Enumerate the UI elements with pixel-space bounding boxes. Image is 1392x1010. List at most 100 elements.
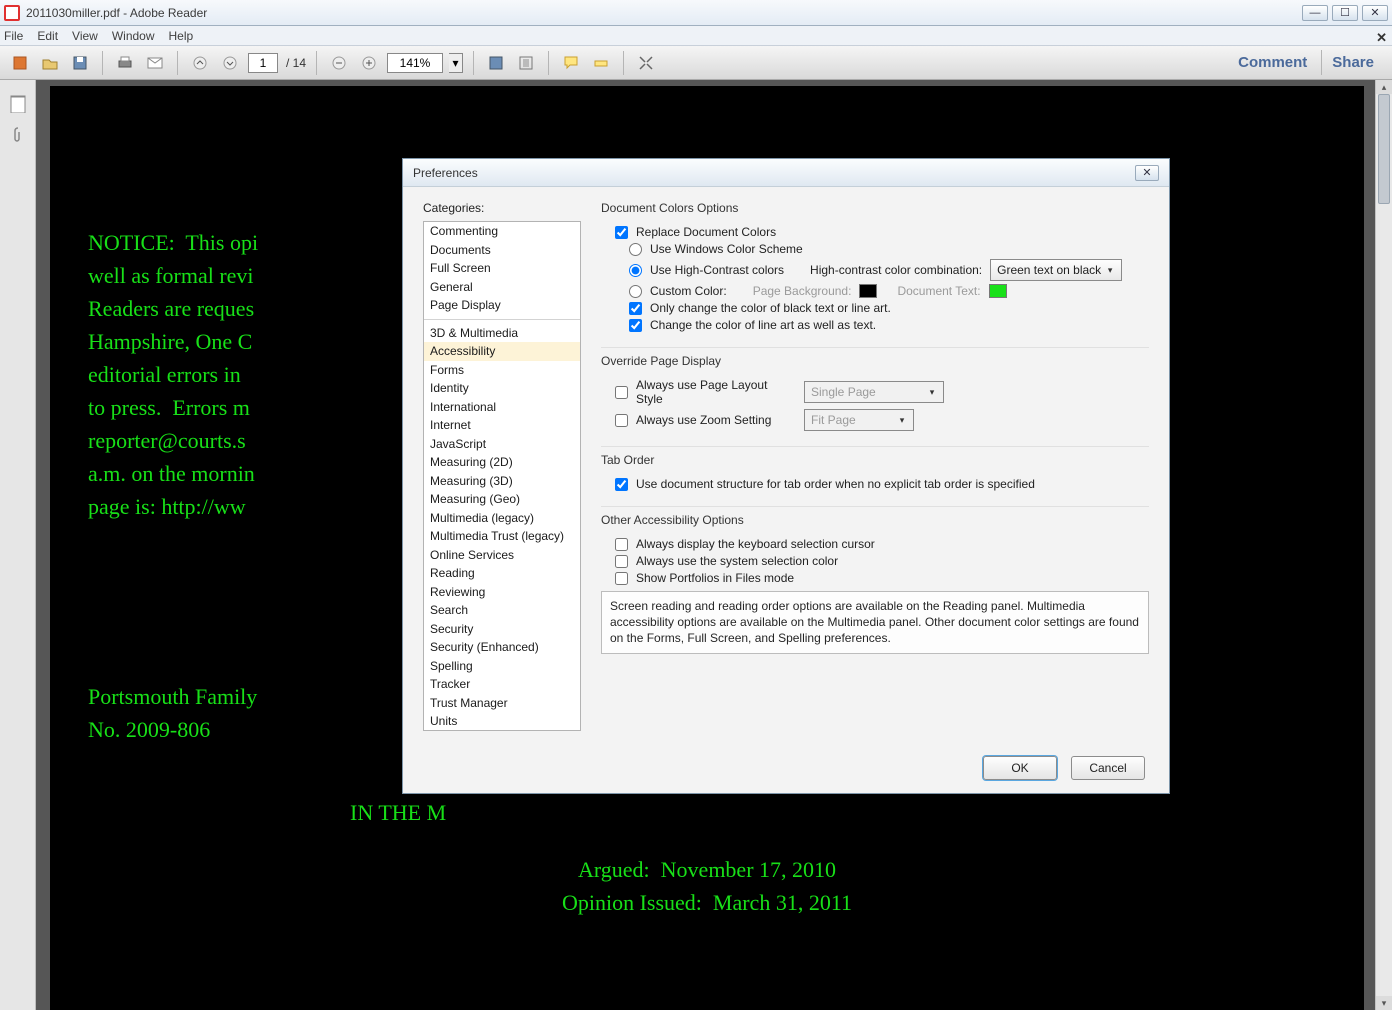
comment-bubble-icon[interactable]	[559, 51, 583, 75]
category-item[interactable]: General	[424, 278, 580, 297]
line-art-checkbox[interactable]	[629, 319, 642, 332]
category-item[interactable]: Measuring (3D)	[424, 472, 580, 491]
thumbnails-icon[interactable]	[8, 94, 28, 114]
category-item[interactable]: Multimedia (legacy)	[424, 509, 580, 528]
zoom-dropdown-icon[interactable]: ▾	[449, 53, 463, 73]
sys-color-checkbox[interactable]	[615, 555, 628, 568]
doc-line: IN THE M	[350, 796, 1326, 829]
kb-cursor-checkbox[interactable]	[615, 538, 628, 551]
save-copy-icon[interactable]	[484, 51, 508, 75]
highlight-icon[interactable]	[589, 51, 613, 75]
menu-window[interactable]: Window	[112, 29, 155, 43]
menu-edit[interactable]: Edit	[37, 29, 58, 43]
portfolios-checkbox[interactable]	[615, 572, 628, 585]
email-icon[interactable]	[143, 51, 167, 75]
category-item[interactable]: Updater	[424, 731, 580, 732]
scroll-up-icon[interactable]: ▴	[1376, 80, 1392, 94]
category-item[interactable]: Reviewing	[424, 583, 580, 602]
windows-scheme-radio[interactable]	[629, 243, 642, 256]
category-item[interactable]: Internet	[424, 416, 580, 435]
only-black-checkbox[interactable]	[629, 302, 642, 315]
other-options-group: Other Accessibility Options Always displ…	[601, 506, 1149, 666]
category-item[interactable]: Identity	[424, 379, 580, 398]
category-item[interactable]: Forms	[424, 361, 580, 380]
category-item[interactable]: Page Display	[424, 296, 580, 315]
combo-label: High-contrast color combination:	[810, 263, 982, 277]
group-title: Override Page Display	[601, 354, 1149, 368]
read-mode-icon[interactable]	[634, 51, 658, 75]
category-item[interactable]: Search	[424, 601, 580, 620]
page-layout-dropdown: Single Page▾	[804, 381, 944, 403]
open-icon[interactable]	[38, 51, 62, 75]
category-item[interactable]: Trust Manager	[424, 694, 580, 713]
zoom-out-icon[interactable]	[327, 51, 351, 75]
category-item[interactable]: Full Screen	[424, 259, 580, 278]
save-icon[interactable]	[68, 51, 92, 75]
windows-scheme-label: Use Windows Color Scheme	[650, 242, 803, 256]
category-item[interactable]: Units	[424, 712, 580, 731]
category-item[interactable]: 3D & Multimedia	[424, 324, 580, 343]
category-item[interactable]: JavaScript	[424, 435, 580, 454]
chevron-down-icon: ▾	[925, 385, 939, 399]
cancel-button[interactable]: Cancel	[1071, 756, 1145, 780]
print-icon[interactable]	[113, 51, 137, 75]
share-panel-button[interactable]: Share	[1321, 50, 1384, 75]
replace-colors-checkbox[interactable]	[615, 226, 628, 239]
close-button[interactable]: ✕	[1362, 5, 1388, 21]
category-item[interactable]: Spelling	[424, 657, 580, 676]
high-contrast-radio[interactable]	[629, 264, 642, 277]
contrast-combo[interactable]: Green text on black▾	[990, 259, 1122, 281]
doc-text-label: Document Text:	[897, 284, 980, 298]
category-item[interactable]: Multimedia Trust (legacy)	[424, 527, 580, 546]
zoom-in-icon[interactable]	[357, 51, 381, 75]
category-item[interactable]: Tracker	[424, 675, 580, 694]
doc-line: Opinion Issued: March 31, 2011	[88, 886, 1326, 919]
page-down-icon[interactable]	[218, 51, 242, 75]
categories-label: Categories:	[423, 201, 581, 215]
menu-help[interactable]: Help	[169, 29, 194, 43]
tab-order-label: Use document structure for tab order whe…	[636, 477, 1035, 491]
page-total-label: / 14	[286, 56, 306, 70]
category-item[interactable]: Security	[424, 620, 580, 639]
category-item[interactable]: Commenting	[424, 222, 580, 241]
export-pdf-icon[interactable]	[8, 51, 32, 75]
category-item[interactable]: Accessibility	[424, 342, 580, 361]
menu-file[interactable]: File	[4, 29, 23, 43]
minimize-button[interactable]: —	[1302, 5, 1328, 21]
only-black-label: Only change the color of black text or l…	[650, 301, 891, 315]
dialog-title: Preferences	[413, 166, 478, 180]
dialog-close-button[interactable]: ✕	[1135, 165, 1159, 181]
custom-color-radio[interactable]	[629, 285, 642, 298]
page-layout-label: Always use Page Layout Style	[636, 378, 796, 406]
maximize-button[interactable]: ☐	[1332, 5, 1358, 21]
portfolios-label: Show Portfolios in Files mode	[636, 571, 794, 585]
close-document-icon[interactable]: ✕	[1376, 30, 1387, 46]
menu-view[interactable]: View	[72, 29, 98, 43]
window-title: 2011030miller.pdf - Adobe Reader	[26, 6, 207, 20]
attachments-icon[interactable]	[8, 126, 28, 146]
category-item[interactable]: Online Services	[424, 546, 580, 565]
preferences-dialog: Preferences ✕ Categories: CommentingDocu…	[402, 158, 1170, 794]
fit-page-icon[interactable]	[514, 51, 538, 75]
scroll-down-icon[interactable]: ▾	[1376, 996, 1392, 1010]
category-item[interactable]: Measuring (Geo)	[424, 490, 580, 509]
scroll-thumb[interactable]	[1378, 94, 1390, 204]
vertical-scrollbar[interactable]: ▴ ▾	[1375, 80, 1392, 1010]
comment-panel-button[interactable]: Comment	[1228, 50, 1317, 75]
dialog-titlebar: Preferences ✕	[403, 159, 1169, 187]
categories-list[interactable]: CommentingDocumentsFull ScreenGeneralPag…	[423, 221, 581, 731]
category-item[interactable]: Measuring (2D)	[424, 453, 580, 472]
page-layout-checkbox[interactable]	[615, 386, 628, 399]
page-up-icon[interactable]	[188, 51, 212, 75]
zoom-setting-checkbox[interactable]	[615, 414, 628, 427]
category-item[interactable]: Reading	[424, 564, 580, 583]
tab-order-checkbox[interactable]	[615, 478, 628, 491]
category-item[interactable]: Security (Enhanced)	[424, 638, 580, 657]
category-item[interactable]: International	[424, 398, 580, 417]
page-number-input[interactable]	[248, 53, 278, 73]
ok-button[interactable]: OK	[983, 756, 1057, 780]
category-item[interactable]: Documents	[424, 241, 580, 260]
page-bg-swatch[interactable]	[859, 284, 877, 298]
doc-text-swatch[interactable]	[989, 284, 1007, 298]
zoom-input[interactable]	[387, 53, 443, 73]
